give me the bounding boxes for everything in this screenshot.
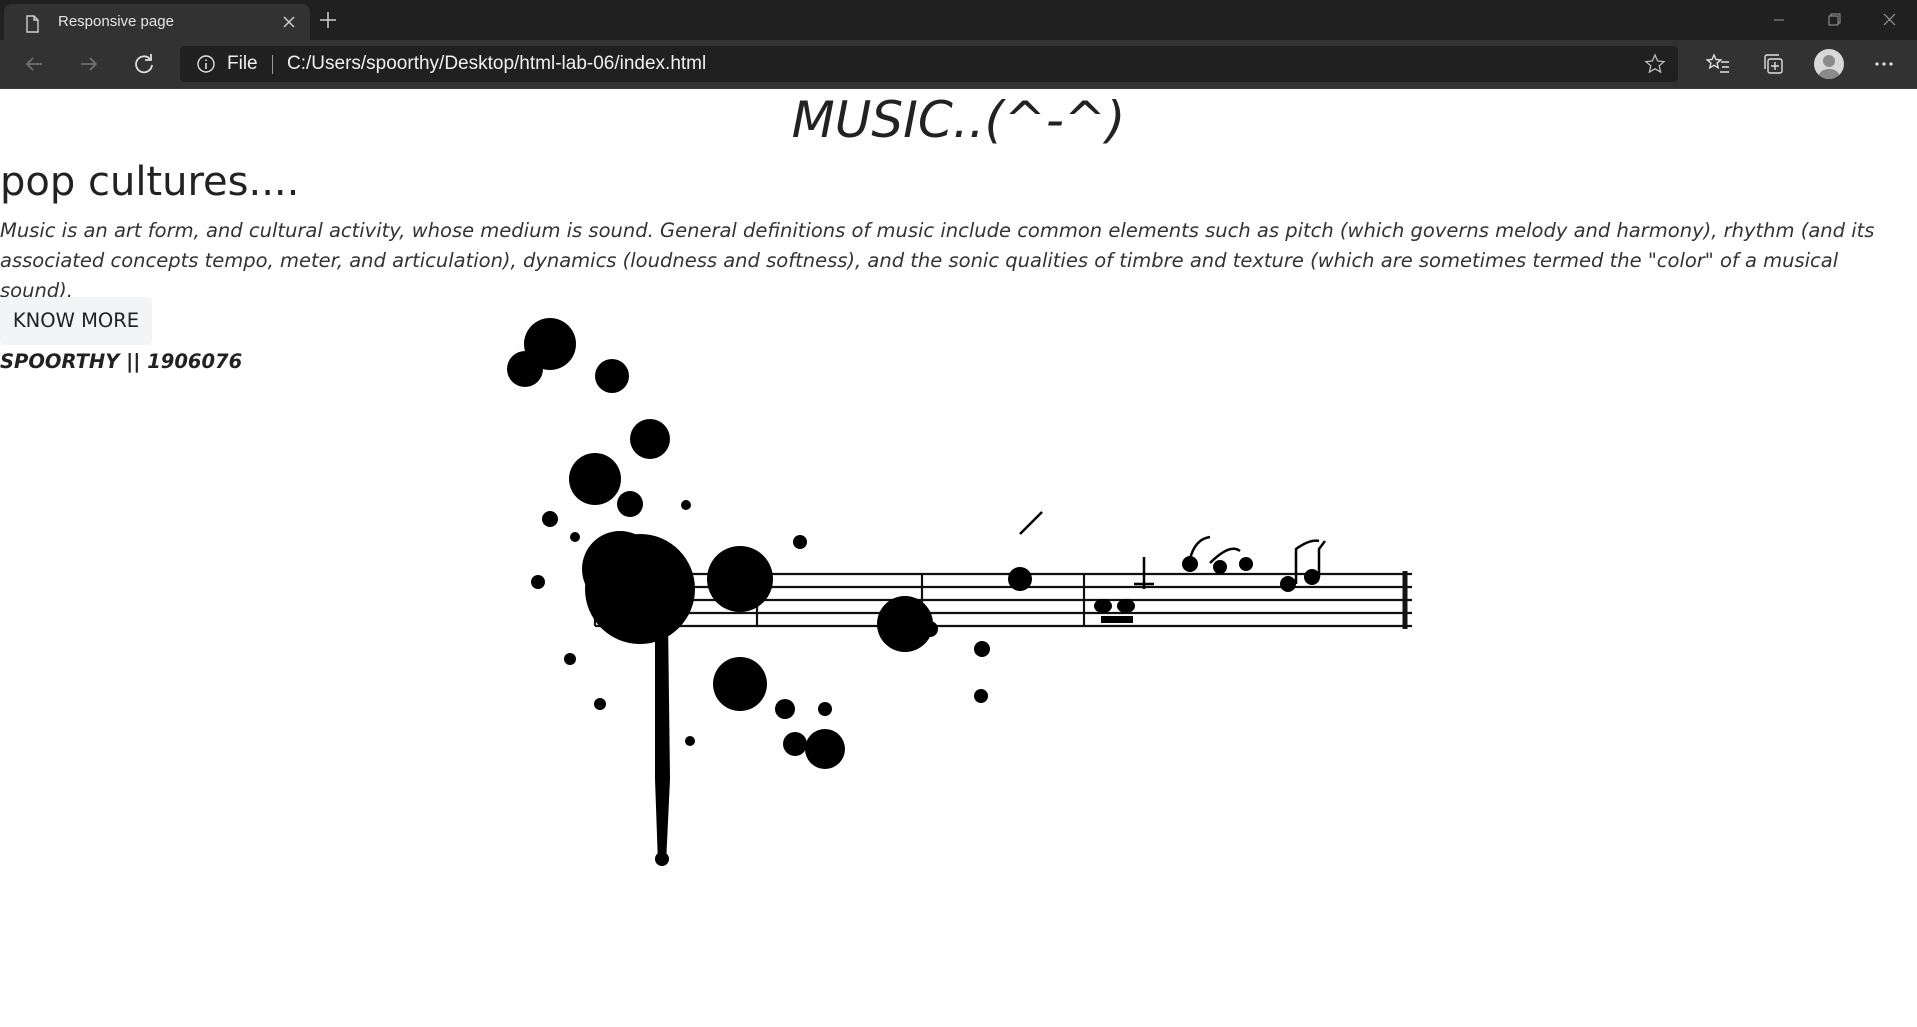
star-icon[interactable] [1644,53,1666,75]
info-icon[interactable] [196,54,216,74]
page-heading: MUSIC..(^-^) [791,91,1126,149]
person-icon [1817,55,1841,79]
window-close-icon[interactable] [1866,6,1912,34]
page-subheading: pop cultures.... [0,159,300,205]
music-staff-ink-splatter-image [507,318,1412,866]
tab-title: Responsive page [58,13,174,30]
back-icon[interactable] [20,50,48,78]
know-more-button[interactable]: KNOW MORE [0,297,152,345]
address-bar[interactable]: File C:/Users/spoorthy/Desktop/html-lab-… [180,46,1678,82]
favorites-icon[interactable] [1704,50,1732,78]
page-icon [26,15,39,33]
close-icon[interactable] [280,13,298,31]
browser-tab[interactable]: Responsive page [4,4,310,40]
profile-icon[interactable] [1814,49,1844,79]
browser-toolbar: File C:/Users/spoorthy/Desktop/html-lab-… [0,40,1917,89]
address-scheme-label: File [227,53,258,74]
music-description-paragraph: Music is an art form, and cultural activ… [0,219,1875,302]
more-icon[interactable] [1870,50,1898,78]
page-content: MUSIC..(^-^) pop cultures.... Music is a… [0,89,1917,1027]
restore-icon[interactable] [1811,6,1857,34]
refresh-icon[interactable] [130,50,158,78]
address-url[interactable]: C:/Users/spoorthy/Desktop/html-lab-06/in… [287,53,706,75]
forward-icon[interactable] [75,50,103,78]
author-signature: SPOORTHY || 1906076 [0,350,243,373]
title-bar: Responsive page [0,0,1917,40]
minimize-icon[interactable] [1756,6,1802,34]
collections-icon[interactable] [1759,50,1787,78]
plus-icon[interactable] [316,8,340,32]
address-separator [272,55,273,74]
